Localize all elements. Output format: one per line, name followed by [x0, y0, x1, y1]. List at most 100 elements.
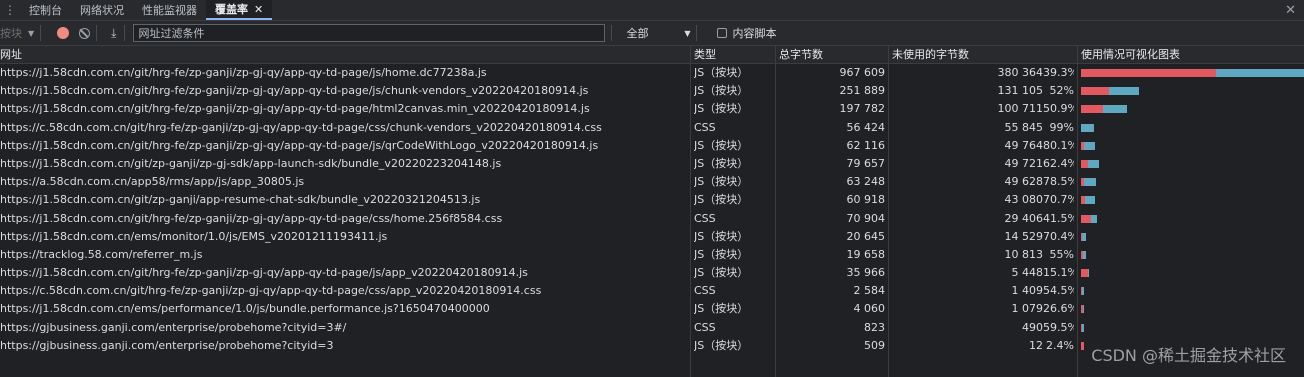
unused-bytes-cell: 100 711 [997, 102, 1044, 116]
unused-bytes-cell: 49 764 [1004, 138, 1044, 152]
type-filter-value: 全部 [626, 27, 649, 40]
unused-percent-cell: 15.1% [1043, 266, 1074, 280]
content-scripts-checkbox[interactable] [717, 28, 728, 38]
table-row[interactable]: https://j1.58cdn.com.cn/ems/performance/… [0, 300, 1304, 318]
unused-bytes-cell: 55 845 [1004, 120, 1044, 134]
tab-network-conditions[interactable]: 网络状况 [71, 0, 133, 20]
watermark: CSDN @稀土掘金技术社区 [1091, 346, 1286, 365]
unused-bytes-segment [1087, 159, 1100, 168]
table-row[interactable]: https://c.58cdn.com.cn/git/hrg-fe/zp-gan… [0, 282, 1304, 300]
unused-bytes-segment [1082, 323, 1084, 332]
url-cell: https://j1.58cdn.com.cn/ems/monitor/1.0/… [0, 229, 388, 243]
table-row[interactable]: https://j1.58cdn.com.cn/git/hrg-fe/zp-ga… [0, 64, 1304, 82]
table-row[interactable]: https://j1.58cdn.com.cn/git/hrg-fe/zp-ga… [0, 100, 1304, 118]
unused-bytes-segment [1084, 178, 1096, 187]
url-filter-input[interactable] [133, 24, 606, 42]
usage-bar [1081, 341, 1084, 350]
total-bytes-cell: 823 [864, 320, 885, 334]
unused-bytes-segment [1082, 287, 1084, 296]
clear-icon[interactable] [79, 27, 91, 39]
table-row[interactable]: https://a.58cdn.com.cn/app58/rms/app/js/… [0, 173, 1304, 191]
toolbar-divider [96, 25, 98, 41]
unused-bytes-cell: 490 [1022, 320, 1043, 334]
type-cell: JS（按块） [694, 247, 749, 261]
tab-console[interactable]: 控制台 [20, 0, 71, 20]
unused-percent-cell: 26.6% [1043, 302, 1074, 316]
unused-bytes-cell: 10 813 [1004, 247, 1044, 261]
more-tabs-icon[interactable]: ⋮ [0, 0, 20, 20]
url-cell: https://j1.58cdn.com.cn/git/zp-ganji/zp-… [0, 156, 502, 170]
coverage-table-body: https://j1.58cdn.com.cn/git/hrg-fe/zp-ga… [0, 64, 1304, 355]
close-tab-icon[interactable]: ✕ [254, 3, 263, 16]
unused-bytes-cell: 43 080 [1004, 193, 1044, 207]
type-cell: CSS [694, 320, 716, 334]
total-bytes-cell: 35 966 [846, 266, 886, 280]
url-cell: https://gjbusiness.ganji.com/enterprise/… [0, 320, 347, 334]
usage-bar [1081, 159, 1100, 168]
url-cell: https://j1.58cdn.com.cn/git/hrg-fe/zp-ga… [0, 266, 528, 280]
total-bytes-cell: 60 918 [846, 193, 886, 207]
usage-bar [1081, 287, 1084, 296]
column-header-usage-visualization[interactable]: 使用情况可视化图表 [1081, 46, 1301, 63]
unused-bytes-cell: 1 409 [1011, 284, 1044, 298]
unused-bytes-cell: 49 721 [1004, 156, 1044, 170]
type-cell: JS（按块） [694, 266, 749, 280]
tab-performance-monitor[interactable]: 性能监视器 [133, 0, 206, 20]
panel-tab-bar: ⋮ 控制台 网络状况 性能监视器 覆盖率 ✕ ✕ [0, 0, 1304, 21]
used-bytes-segment [1081, 269, 1089, 278]
type-filter-select[interactable]: 全部 ▼ [626, 25, 690, 41]
unused-bytes-segment [1216, 69, 1304, 77]
unused-bytes-segment [1108, 87, 1140, 96]
unused-percent-cell: 99% [1049, 120, 1074, 134]
unused-bytes-segment [1085, 196, 1096, 205]
unused-percent-cell: 52% [1049, 84, 1074, 98]
url-cell: https://c.58cdn.com.cn/git/hrg-fe/zp-gan… [0, 120, 602, 134]
table-row[interactable]: https://j1.58cdn.com.cn/git/hrg-fe/zp-ga… [0, 264, 1304, 282]
usage-bar [1081, 141, 1096, 150]
toolbar-divider [40, 25, 42, 41]
total-bytes-cell: 4 060 [853, 302, 886, 316]
total-bytes-cell: 70 904 [846, 211, 886, 225]
usage-bar [1081, 305, 1084, 314]
type-cell: JS（按块） [694, 102, 749, 116]
table-row[interactable]: https://j1.58cdn.com.cn/git/zp-ganji/zp-… [0, 155, 1304, 173]
unused-bytes-cell: 29 406 [1004, 211, 1044, 225]
unused-bytes-cell: 14 529 [1004, 229, 1044, 243]
table-row[interactable]: https://j1.58cdn.com.cn/git/zp-ganji/app… [0, 191, 1304, 209]
usage-bar [1081, 250, 1086, 259]
type-cell: JS（按块） [694, 66, 749, 79]
type-cell: JS（按块） [694, 138, 749, 152]
used-bytes-segment [1081, 87, 1109, 96]
total-bytes-cell: 62 116 [846, 138, 886, 152]
table-row[interactable]: https://j1.58cdn.com.cn/git/hrg-fe/zp-ga… [0, 137, 1304, 155]
tab-coverage-label: 覆盖率 [215, 3, 248, 16]
table-row[interactable]: https://j1.58cdn.com.cn/git/hrg-fe/zp-ga… [0, 210, 1304, 228]
type-cell: JS（按块） [694, 156, 749, 170]
usage-bar [1081, 196, 1096, 205]
usage-bar [1081, 232, 1086, 241]
column-header-type[interactable]: 类型 [694, 46, 774, 63]
column-header-total-bytes[interactable]: 总字节数 [779, 46, 885, 63]
unused-bytes-cell: 12 [1029, 338, 1043, 352]
table-row[interactable]: https://c.58cdn.com.cn/git/hrg-fe/zp-gan… [0, 119, 1304, 137]
table-row[interactable]: https://j1.58cdn.com.cn/git/hrg-fe/zp-ga… [0, 82, 1304, 100]
type-cell: JS（按块） [694, 84, 749, 98]
tab-coverage[interactable]: 覆盖率 ✕ [206, 0, 273, 20]
url-cell: https://tracklog.58.com/referrer_m.js [0, 247, 203, 261]
record-icon[interactable] [57, 27, 70, 39]
table-row[interactable]: https://tracklog.58.com/referrer_m.js JS（… [0, 246, 1304, 264]
table-row[interactable]: https://gjbusiness.ganji.com/enterprise/… [0, 319, 1304, 337]
used-bytes-segment [1081, 159, 1088, 168]
unused-bytes-cell: 131 105 [997, 84, 1044, 98]
export-download-icon[interactable]: ⤓ [111, 26, 116, 41]
column-header-url[interactable]: 网址 [0, 46, 688, 63]
table-row[interactable]: https://j1.58cdn.com.cn/ems/monitor/1.0/… [0, 228, 1304, 246]
instrumentation-select[interactable]: 按块 ▼ [0, 25, 34, 41]
total-bytes-cell: 79 657 [846, 156, 886, 170]
unused-percent-cell: 78.5% [1043, 175, 1074, 189]
close-drawer-icon[interactable]: ✕ [1285, 0, 1296, 20]
unused-bytes-cell: 1 079 [1011, 302, 1044, 316]
unused-bytes-segment [1088, 269, 1090, 278]
usage-bar [1081, 178, 1096, 187]
column-header-unused-bytes[interactable]: 未使用的字节数 [892, 46, 1072, 63]
